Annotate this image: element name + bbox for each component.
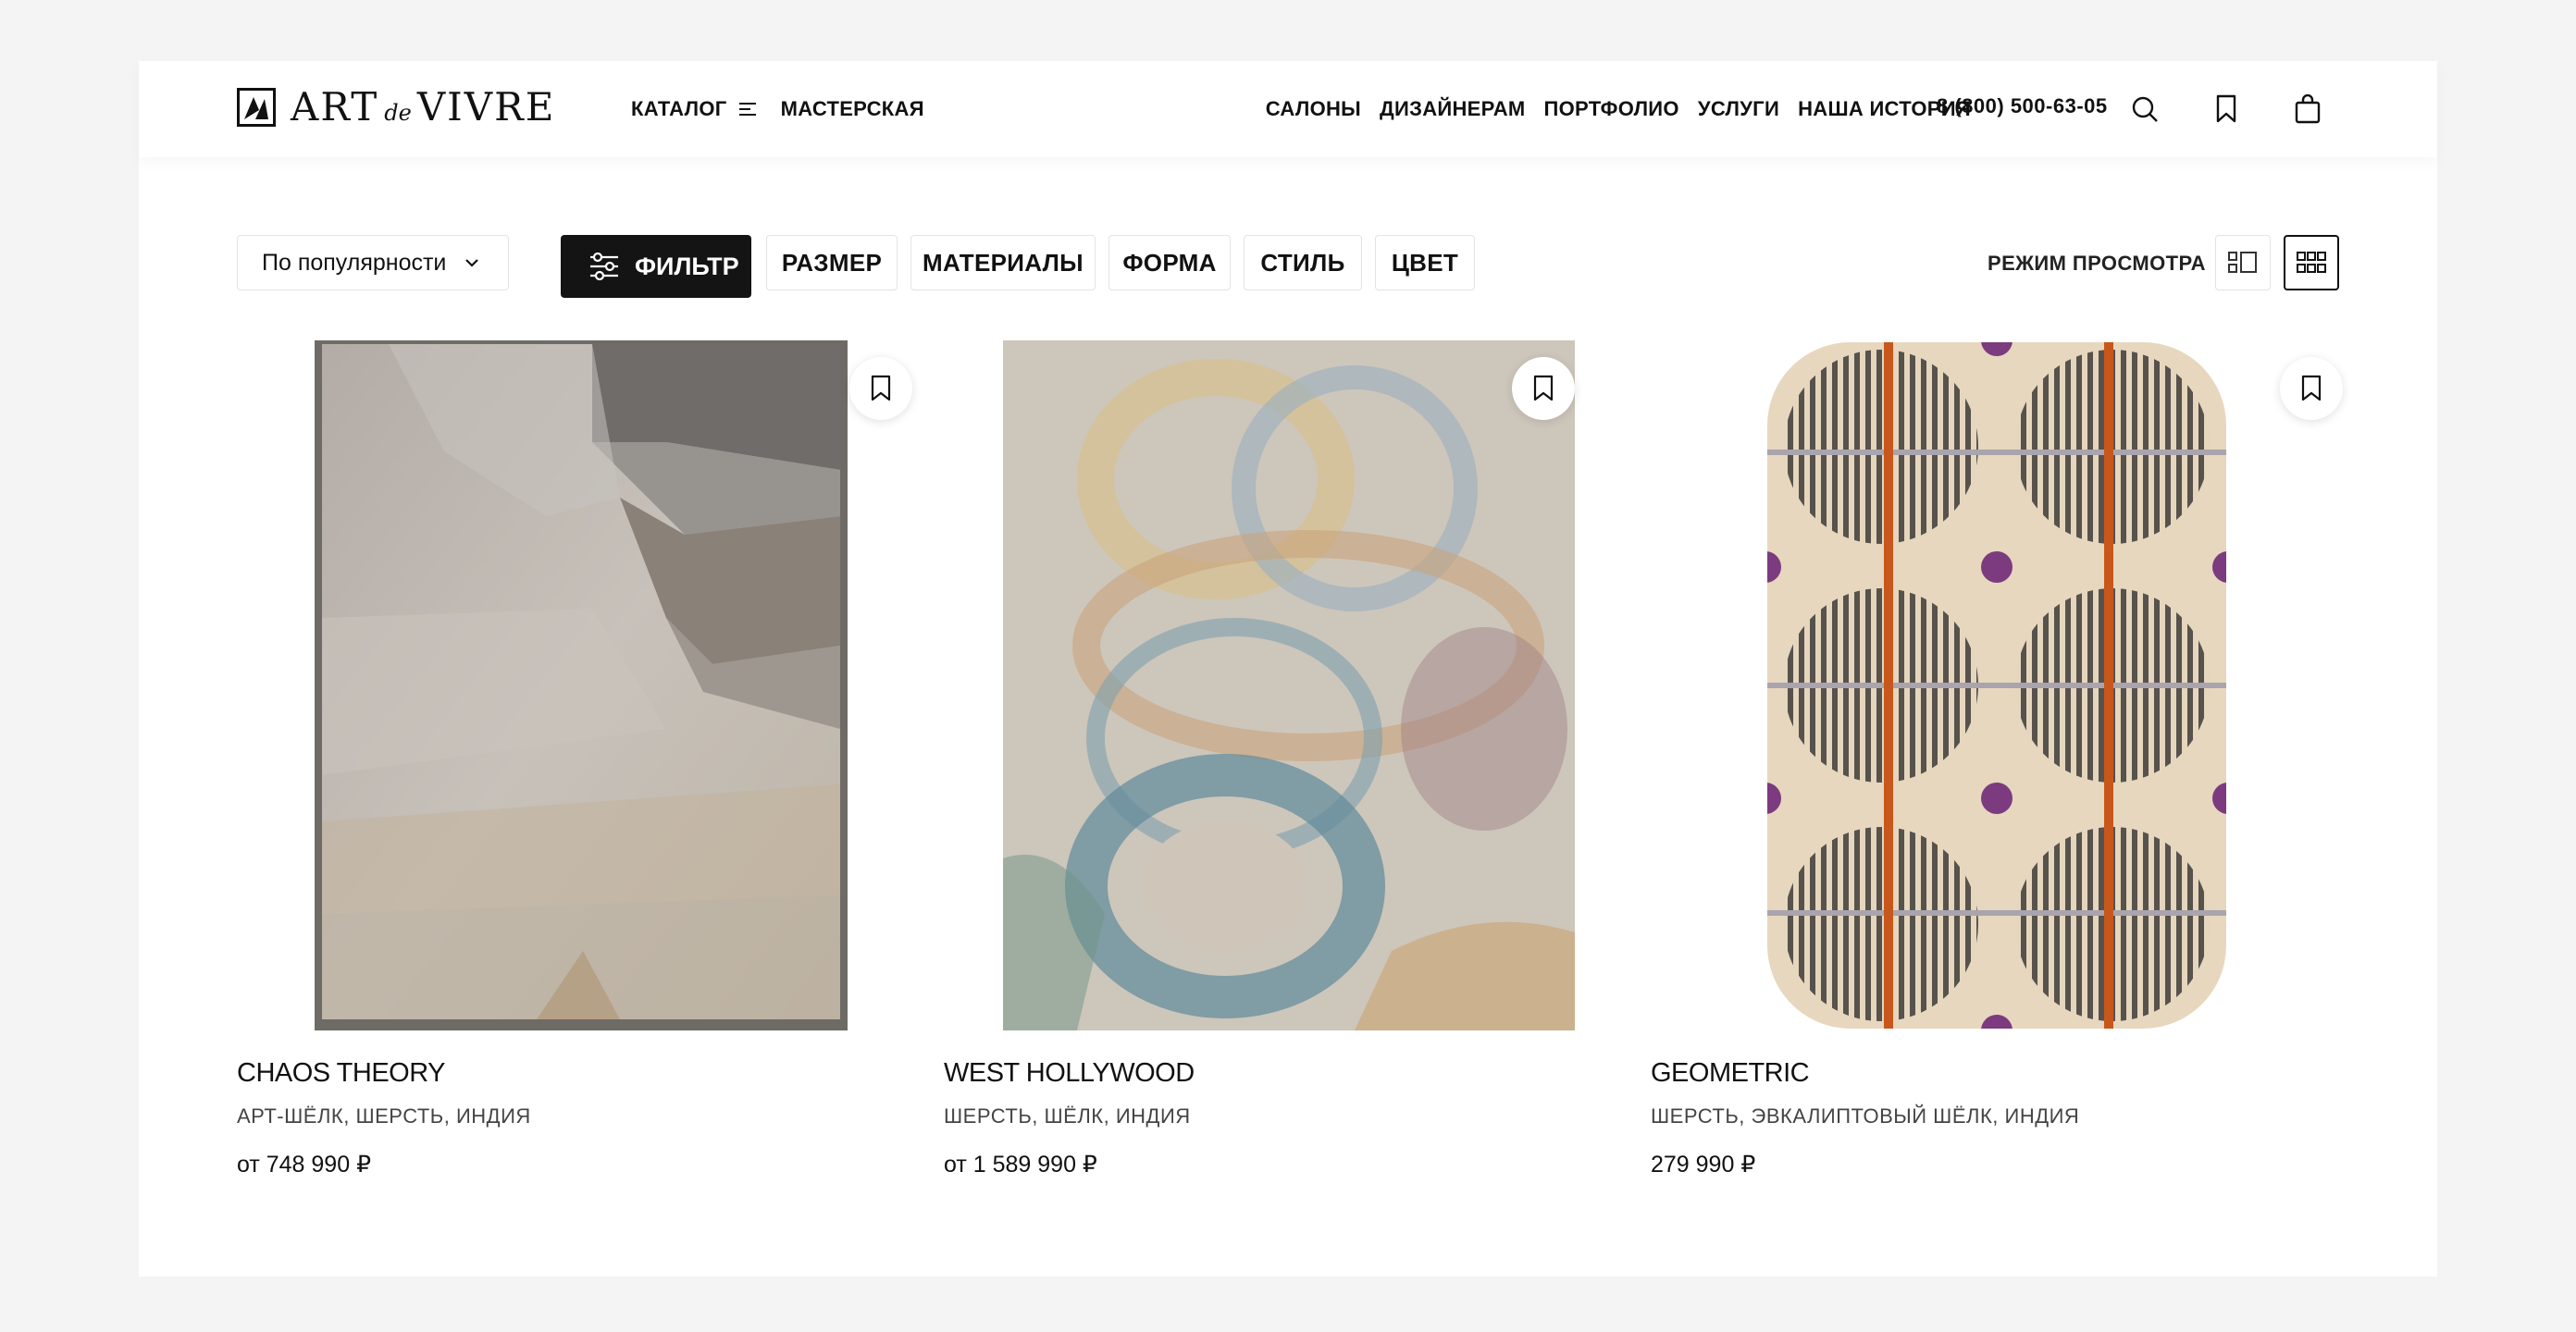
nav-portfolio[interactable]: ПОРТФОЛИО xyxy=(1544,97,1679,121)
secondary-nav: САЛОНЫ ДИЗАЙНЕРАМ ПОРТФОЛИО УСЛУГИ НАША … xyxy=(1266,92,1971,126)
bookmark-icon xyxy=(2301,375,2322,401)
list-view-icon xyxy=(2228,252,2257,273)
product-image xyxy=(315,340,848,1030)
product-name[interactable]: WEST HOLLYWOOD xyxy=(944,1058,1195,1089)
nav-workshop[interactable]: МАСТЕРСКАЯ xyxy=(781,97,924,121)
add-to-favorites-button[interactable] xyxy=(849,357,912,420)
cart-button[interactable] xyxy=(2291,92,2324,126)
catalog-menu[interactable]: КАТАЛОГ xyxy=(631,97,757,121)
filter-chip-size[interactable]: РАЗМЕР xyxy=(766,235,898,290)
add-to-favorites-button[interactable] xyxy=(2280,357,2343,420)
nav-designers[interactable]: ДИЗАЙНЕРАМ xyxy=(1380,97,1525,121)
logo-wordmark: ART de VIVRE xyxy=(291,84,556,130)
product-image-area[interactable] xyxy=(237,340,927,1030)
product-price: 279 990 ₽ xyxy=(1651,1152,1756,1178)
logo[interactable]: ART de VIVRE xyxy=(237,85,555,130)
product-price: от 1 589 990 ₽ xyxy=(944,1152,1097,1178)
filter-button[interactable]: ФИЛЬТР xyxy=(561,235,751,298)
nav-salons[interactable]: САЛОНЫ xyxy=(1266,97,1361,121)
product-image xyxy=(1003,340,1575,1030)
filter-chip-shape[interactable]: ФОРМА xyxy=(1108,235,1231,290)
product-image-area[interactable] xyxy=(1651,340,2343,1030)
catalog-label: КАТАЛОГ xyxy=(631,97,727,120)
menu-icon xyxy=(738,103,756,116)
shopping-bag-icon xyxy=(2295,94,2321,124)
site-header: ART de VIVRE КАТАЛОГ МАСТЕРСКАЯ САЛОНЫ ДИЗ… xyxy=(139,61,2437,157)
primary-nav: КАТАЛОГ МАСТЕРСКАЯ xyxy=(631,92,924,126)
bookmark-icon xyxy=(1533,375,1554,401)
favorites-button[interactable] xyxy=(2210,92,2243,126)
product-name[interactable]: GEOMETRIC xyxy=(1651,1058,1810,1089)
bookmark-icon xyxy=(871,375,891,401)
chevron-down-icon xyxy=(465,259,478,267)
logo-mark-icon xyxy=(237,88,276,127)
list-view-button[interactable] xyxy=(2215,235,2271,290)
filter-chip-color[interactable]: ЦВЕТ xyxy=(1375,235,1475,290)
add-to-favorites-button[interactable] xyxy=(1512,357,1575,420)
search-icon xyxy=(2132,96,2158,122)
page-panel: ART de VIVRE КАТАЛОГ МАСТЕРСКАЯ САЛОНЫ ДИЗ… xyxy=(139,61,2437,1276)
grid-view-icon xyxy=(2297,252,2326,273)
filter-chip-style[interactable]: СТИЛЬ xyxy=(1244,235,1362,290)
search-button[interactable] xyxy=(2128,92,2161,126)
view-mode-label: РЕЖИМ ПРОСМОТРА xyxy=(1988,252,2206,275)
filter-chip-materials[interactable]: МАТЕРИАЛЫ xyxy=(910,235,1096,290)
grid-view-button[interactable] xyxy=(2284,235,2339,290)
product-image xyxy=(1767,342,2226,1029)
sort-value: По популярности xyxy=(262,249,447,276)
product-image-area[interactable] xyxy=(944,340,1634,1030)
product-name[interactable]: CHAOS THEORY xyxy=(237,1058,445,1089)
filter-label: ФИЛЬТР xyxy=(635,252,739,280)
filter-sliders-icon xyxy=(590,253,618,280)
bookmark-icon xyxy=(2216,94,2236,123)
product-materials: ШЕРСТЬ, ШЁЛК, ИНДИЯ xyxy=(944,1104,1191,1128)
sort-select[interactable]: По популярности xyxy=(237,235,509,290)
product-materials: ШЕРСТЬ, ЭВКАЛИПТОВЫЙ ШЁЛК, ИНДИЯ xyxy=(1651,1104,2080,1128)
product-price: от 748 990 ₽ xyxy=(237,1152,371,1178)
product-materials: АРТ-ШЁЛК, ШЕРСТЬ, ИНДИЯ xyxy=(237,1104,531,1128)
product-card[interactable]: GEOMETRIC ШЕРСТЬ, ЭВКАЛИПТОВЫЙ ШЁЛК, ИНД… xyxy=(1651,340,2343,1178)
nav-services[interactable]: УСЛУГИ xyxy=(1698,97,1779,121)
phone-number[interactable]: 8 (800) 500-63-05 xyxy=(1937,94,2108,118)
product-card[interactable]: WEST HOLLYWOOD ШЕРСТЬ, ШЁЛК, ИНДИЯ от 1 … xyxy=(944,340,1634,1178)
product-card[interactable]: CHAOS THEORY АРТ-ШЁЛК, ШЕРСТЬ, ИНДИЯ от … xyxy=(237,340,927,1178)
